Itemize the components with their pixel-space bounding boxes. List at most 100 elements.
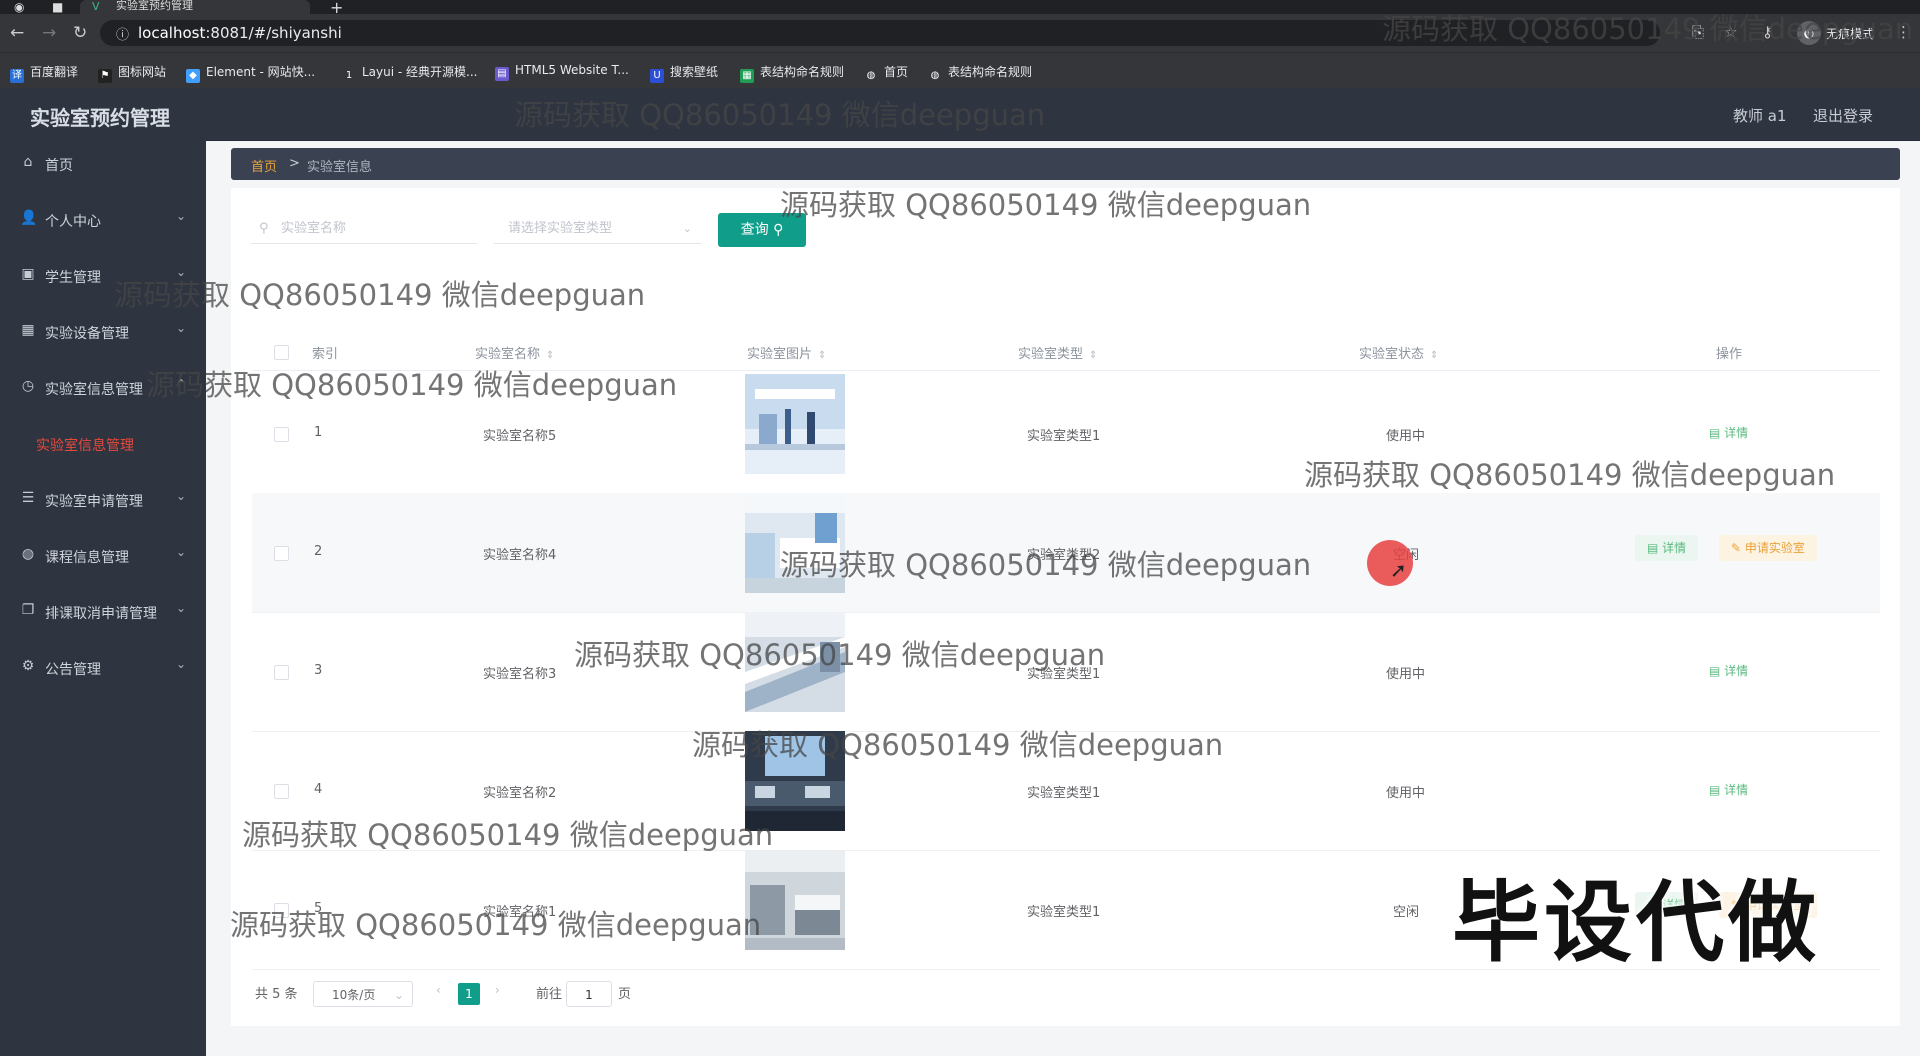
row-checkbox[interactable] [274, 427, 289, 442]
copy-icon: ❐ [21, 602, 35, 618]
row-checkbox[interactable] [274, 665, 289, 680]
sidebar-item-lab-applications[interactable]: ☰ 实验室申请管理 ⌄ [0, 478, 206, 522]
column-header-label: 实验室图片 [747, 347, 813, 362]
query-button[interactable]: 查询 ⚲ [718, 213, 806, 247]
select-all-checkbox[interactable] [274, 345, 289, 360]
detail-button[interactable]: ▤ 详情 [1709, 781, 1748, 798]
sidebar-item-schedule-cancel[interactable]: ❐ 排课取消申请管理 ⌄ [0, 590, 206, 634]
row-checkbox[interactable] [274, 546, 289, 561]
home-icon: ⌂ [23, 154, 33, 170]
sidebar-item-home[interactable]: ⌂ 首页 [0, 142, 206, 186]
bookmark-label: 图标网站 [118, 65, 167, 79]
sidebar-item-personal-center[interactable]: 👤 个人中心 ⌄ [0, 198, 206, 242]
detail-label: 详情 [1724, 426, 1749, 440]
back-icon[interactable]: ← [10, 23, 24, 43]
sort-icon[interactable]: ⇕ [1089, 350, 1097, 361]
bookmark-item[interactable]: ⚑ 图标网站 [98, 63, 166, 83]
lab-type-select[interactable]: 请选择实验室类型 ⌄ [494, 214, 702, 244]
column-header-name[interactable]: 实验室名称 ⇕ [475, 343, 554, 362]
next-page-icon[interactable]: › [495, 983, 500, 997]
bookmark-item[interactable]: ◆ Element - 网站快... [186, 63, 315, 83]
chevron-down-icon: ⌄ [176, 265, 187, 279]
html5-bookmark-icon: ▤ [495, 67, 509, 81]
bookmark-label: Element - 网站快... [206, 65, 316, 79]
sidebar-item-label: 排课取消申请管理 [45, 606, 157, 622]
sort-icon[interactable]: ⇕ [1430, 350, 1438, 361]
sidebar-item-lab-info[interactable]: ◷ 实验室信息管理 ⌃ [0, 366, 206, 410]
translate-icon[interactable]: ⎘ [1692, 23, 1704, 41]
globe-icon: ◍ [21, 546, 35, 562]
sidebar-item-equipment[interactable]: ▦ 实验设备管理 ⌄ [0, 310, 206, 354]
grid-icon: ▦ [21, 322, 35, 338]
table-row: 3 实验室名称3 实验室类型1 使用中 ▤ 详情 [252, 612, 1880, 732]
goto-page-input[interactable]: 1 [566, 981, 612, 1007]
element-bookmark-icon: ◆ [186, 69, 200, 83]
tab-strip-icon[interactable]: ■ [52, 0, 63, 14]
row-index: 1 [314, 425, 323, 440]
sidebar-item-label: 公告管理 [45, 662, 101, 678]
apply-lab-button[interactable]: ✎ 申请实验室 [1719, 535, 1817, 561]
column-header-actions: 操作 [1716, 347, 1743, 362]
lab-image[interactable] [745, 850, 845, 950]
goto-label: 前往 [536, 987, 563, 1002]
browser-more-icon[interactable]: ⋮ [1896, 23, 1911, 41]
lab-image[interactable] [745, 612, 845, 712]
chevron-down-icon: ⌄ [176, 489, 187, 503]
sidebar-item-label: 实验室申请管理 [45, 494, 143, 510]
chevron-down-icon: ⌄ [176, 209, 187, 223]
page-number-current[interactable]: 1 [458, 983, 480, 1005]
browser-menu-icon[interactable]: ◉ [14, 0, 24, 14]
prev-page-icon[interactable]: ‹ [436, 983, 441, 997]
sidebar-item-students[interactable]: ▣ 学生管理 ⌄ [0, 254, 206, 298]
browser-tabbar: ◉ ■ V 实验室预约管理 + [0, 0, 1920, 17]
apply-icon: ✎ [1731, 541, 1745, 555]
bookmark-star-icon[interactable]: ☆ [1724, 23, 1737, 41]
bookmark-item[interactable]: 1 Layui - 经典开源模... [342, 63, 477, 83]
lab-image[interactable] [745, 493, 845, 593]
sidebar-subitem-lab-info-manage[interactable]: 实验室信息管理 [0, 422, 206, 466]
bookmark-item[interactable]: ◍ 首页 [864, 63, 908, 83]
site-info-icon[interactable]: ⓘ [116, 24, 129, 43]
column-header-status[interactable]: 实验室状态 ⇕ [1359, 343, 1438, 362]
detail-button[interactable]: ▤ 详情 [1709, 424, 1748, 441]
browser-tab[interactable]: V 实验室预约管理 [80, 0, 310, 14]
row-checkbox[interactable] [274, 784, 289, 799]
detail-button[interactable]: ▤ 详情 [1635, 535, 1699, 561]
row-checkbox[interactable] [274, 903, 289, 918]
row-lab-status: 空闲 [1393, 905, 1420, 920]
reload-icon[interactable]: ↻ [73, 23, 87, 43]
lab-image[interactable] [745, 374, 845, 474]
page-size-select[interactable]: 10条/页 ⌄ [313, 981, 413, 1007]
url-field[interactable]: ⓘ localhost:8081/#/shiyanshi [100, 20, 1660, 46]
column-header-label: 实验室状态 [1359, 347, 1425, 362]
column-header-image[interactable]: 实验室图片 ⇕ [747, 343, 826, 362]
detail-icon: ▤ [1647, 541, 1663, 555]
bookmark-item[interactable]: 译百度翻译 [10, 63, 78, 83]
bookmark-item[interactable]: ▦ 表结构命名规则 [740, 63, 844, 83]
logout-link[interactable]: 退出登录 [1813, 105, 1873, 126]
lab-name-search-input[interactable]: ⚲ 实验室名称 [251, 214, 477, 244]
lab-image[interactable] [745, 731, 845, 831]
breadcrumb: 首页 > 实验室信息 [231, 148, 1900, 180]
sort-icon[interactable]: ⇕ [546, 350, 554, 361]
mouse-cursor-icon: ➚ [1390, 558, 1407, 582]
row-lab-status: 使用中 [1386, 667, 1426, 682]
row-index: 4 [314, 782, 323, 797]
sidebar-item-announcements[interactable]: ⚙ 公告管理 ⌄ [0, 646, 206, 690]
table-row: 4 实验室名称2 实验室类型1 使用中 ▤ 详情 [252, 731, 1880, 851]
key-icon[interactable]: ⚷ [1762, 23, 1773, 41]
bookmark-item[interactable]: ◍ 表结构命名规则 [928, 63, 1032, 83]
sidebar-item-courses[interactable]: ◍ 课程信息管理 ⌄ [0, 534, 206, 578]
search-icon: ⚲ [773, 222, 784, 238]
row-lab-type: 实验室类型1 [1027, 905, 1101, 920]
incognito-label: 无痕模式 [1826, 27, 1875, 41]
detail-button[interactable]: ▤ 详情 [1709, 662, 1748, 679]
forward-icon[interactable]: → [42, 23, 56, 43]
column-header-type[interactable]: 实验室类型 ⇕ [1018, 343, 1097, 362]
breadcrumb-home[interactable]: 首页 [251, 156, 277, 175]
bookmark-item[interactable]: ▤ HTML5 Website T... [495, 63, 629, 81]
sort-icon[interactable]: ⇕ [818, 350, 826, 361]
incognito-avatar-icon[interactable]: ◐ [1797, 21, 1821, 45]
bookmark-item[interactable]: U 搜索壁纸 [650, 63, 718, 83]
row-lab-name: 实验室名称5 [483, 429, 557, 444]
